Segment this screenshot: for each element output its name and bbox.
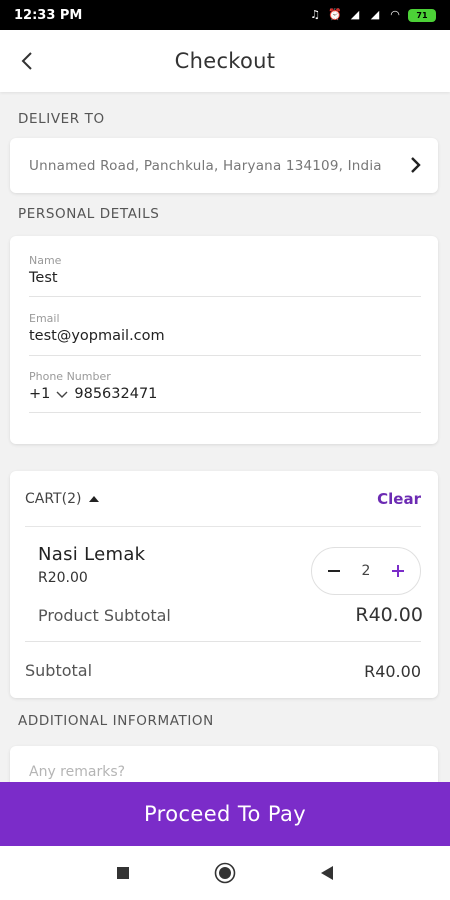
square-icon xyxy=(117,867,129,879)
proceed-to-pay-button[interactable]: Proceed To Pay xyxy=(0,782,450,846)
quantity-stepper: 2 xyxy=(311,547,421,595)
personal-details-card: Name Test Email test@yopmail.com Phone N… xyxy=(10,236,438,444)
home-button[interactable] xyxy=(212,860,238,886)
quantity-value: 2 xyxy=(361,563,371,579)
volte-icon: ◢ xyxy=(370,8,380,21)
phone-field[interactable]: Phone Number +1 985632471 xyxy=(29,370,421,413)
clear-cart-button[interactable]: Clear xyxy=(377,490,421,508)
cart-card: CART(2) Clear Nasi Lemak R20.00 2 Produc… xyxy=(10,471,438,698)
product-subtotal-label: Product Subtotal xyxy=(38,606,171,625)
cart-title[interactable]: CART(2) xyxy=(25,491,81,507)
email-field[interactable]: Email test@yopmail.com xyxy=(29,312,421,356)
cart-header: CART(2) Clear xyxy=(25,471,421,527)
personal-details-label: PERSONAL DETAILS xyxy=(18,206,160,222)
back-arrow-icon xyxy=(21,52,32,70)
status-bar: 12:33 PM ♫ ⏰ ◢ ◢ ◠ 71 xyxy=(0,0,450,30)
minus-icon xyxy=(328,570,340,572)
increase-quantity-button[interactable] xyxy=(390,563,406,579)
name-value[interactable]: Test xyxy=(29,270,421,286)
name-field[interactable]: Name Test xyxy=(29,254,421,297)
cart-divider xyxy=(25,641,421,642)
alarm-icon: ⏰ xyxy=(328,8,342,21)
page-title: Checkout xyxy=(174,49,276,73)
headphones-icon: ♫ xyxy=(310,8,320,21)
email-label: Email xyxy=(29,312,60,325)
address-text: Unnamed Road, Panchkula, Haryana 134109,… xyxy=(29,157,382,174)
phone-label: Phone Number xyxy=(29,370,111,383)
phone-row: +1 985632471 xyxy=(29,386,421,402)
deliver-to-label: DELIVER TO xyxy=(18,111,105,127)
subtotal-value: R40.00 xyxy=(364,662,421,681)
product-subtotal-value: R40.00 xyxy=(355,604,423,626)
status-time: 12:33 PM xyxy=(14,7,83,23)
signal-icon: ◢ xyxy=(350,8,360,21)
caret-up-icon[interactable] xyxy=(89,495,100,502)
address-card[interactable]: Unnamed Road, Panchkula, Haryana 134109,… xyxy=(10,138,438,193)
recent-apps-button[interactable] xyxy=(110,860,136,886)
back-button[interactable] xyxy=(14,48,40,74)
battery-icon: 71 xyxy=(408,8,436,22)
circle-icon xyxy=(214,862,236,884)
remarks-input[interactable] xyxy=(29,764,419,780)
email-value[interactable]: test@yopmail.com xyxy=(29,328,421,344)
additional-info-label: ADDITIONAL INFORMATION xyxy=(18,713,214,729)
subtotal-label: Subtotal xyxy=(25,661,93,680)
decrease-quantity-button[interactable] xyxy=(326,563,342,579)
system-nav-bar xyxy=(0,846,450,900)
phone-value[interactable]: 985632471 xyxy=(74,386,157,402)
triangle-left-icon xyxy=(321,866,333,880)
country-code-select[interactable]: +1 xyxy=(29,386,50,402)
app-bar: Checkout xyxy=(0,30,450,92)
chevron-down-icon[interactable] xyxy=(56,390,68,399)
item-price: R20.00 xyxy=(38,570,88,586)
item-name: Nasi Lemak xyxy=(38,544,146,565)
wifi-icon: ◠ xyxy=(390,8,400,21)
name-label: Name xyxy=(29,254,62,267)
chevron-right-icon xyxy=(411,157,421,173)
system-back-button[interactable] xyxy=(314,860,340,886)
plus-icon xyxy=(391,565,404,577)
status-icons: ♫ ⏰ ◢ ◢ ◠ 71 xyxy=(308,8,436,22)
